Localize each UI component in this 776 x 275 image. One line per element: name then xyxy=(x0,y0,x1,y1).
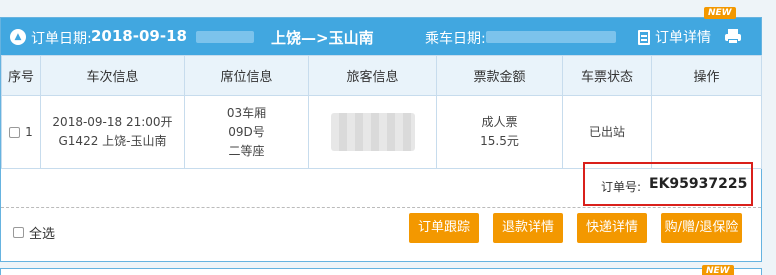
redacted-text xyxy=(196,31,254,43)
order-detail-label: 订单详情 xyxy=(655,30,711,46)
row-checkbox[interactable] xyxy=(9,126,21,138)
order-number-label: 订单号: xyxy=(601,180,642,194)
order-header: ▲ 订单日期: 2018-09-18 上饶—>玉山南 乘车日期: 订单详情 NE… xyxy=(1,7,761,55)
order-number-highlight: 订单号: EK95937225 xyxy=(583,162,753,206)
ticket-status: 已出站 xyxy=(588,124,625,139)
delivery-detail-button[interactable]: 快递详情 xyxy=(577,213,647,243)
ride-date-label: 乘车日期: xyxy=(425,31,486,47)
insurance-button[interactable]: 购/赠/退保险 xyxy=(661,213,742,243)
row-index-cell: 1 xyxy=(1,95,41,169)
document-icon xyxy=(638,29,650,45)
redacted-ride-date xyxy=(486,31,616,43)
select-all-checkbox[interactable]: 全选 xyxy=(13,223,55,242)
printer-icon[interactable] xyxy=(725,29,741,44)
ticket-table: 序号 车次信息 席位信息 旅客信息 票款金额 车票状态 操作 1 2018-09… xyxy=(1,55,762,169)
order-date: 2018-09-18 xyxy=(91,27,187,45)
status-cell: 已出站 xyxy=(562,95,652,169)
collapse-icon[interactable]: ▲ xyxy=(10,29,26,45)
seat-info-cell: 03车厢 09D号 二等座 xyxy=(184,95,309,169)
next-order-card: NEW xyxy=(0,265,762,275)
row-index: 1 xyxy=(25,124,33,139)
train-departure: 2018-09-18 21:00开 xyxy=(52,115,173,129)
redacted-passenger-info xyxy=(330,113,415,151)
seat-car: 03车厢 xyxy=(226,105,267,120)
col-header-status: 车票状态 xyxy=(562,55,652,96)
col-header-train: 车次信息 xyxy=(40,55,185,96)
seat-number: 09D号 xyxy=(228,124,265,139)
refund-detail-button[interactable]: 退款详情 xyxy=(493,213,563,243)
train-number-route: G1422 上饶-玉山南 xyxy=(58,134,167,148)
fare-type: 成人票 xyxy=(481,115,518,129)
route-title: 上饶—>玉山南 xyxy=(271,29,374,47)
col-header-passenger: 旅客信息 xyxy=(308,55,437,96)
col-header-seat: 席位信息 xyxy=(184,55,309,96)
order-date-label: 订单日期: xyxy=(31,31,92,47)
table-row: 1 2018-09-18 21:00开 G1422 上饶-玉山南 03车厢 09… xyxy=(1,95,762,169)
dashed-divider xyxy=(1,207,761,208)
train-info-cell: 2018-09-18 21:00开 G1422 上饶-玉山南 xyxy=(40,95,185,169)
order-tracking-button[interactable]: 订单跟踪 xyxy=(409,213,479,243)
order-card: ▲ 订单日期: 2018-09-18 上饶—>玉山南 乘车日期: 订单详情 NE… xyxy=(0,7,762,262)
fare-cell: 成人票 15.5元 xyxy=(436,95,563,169)
col-header-operation: 操作 xyxy=(651,55,762,96)
checkbox-icon[interactable] xyxy=(13,227,24,238)
fare-amount: 15.5元 xyxy=(480,134,519,148)
col-header-fare: 票款金额 xyxy=(436,55,563,96)
new-badge: NEW xyxy=(704,7,736,19)
table-header-row: 序号 车次信息 席位信息 旅客信息 票款金额 车票状态 操作 xyxy=(1,55,762,96)
select-all-label: 全选 xyxy=(29,227,56,242)
order-detail-link[interactable]: 订单详情 xyxy=(638,26,711,48)
col-header-index: 序号 xyxy=(1,55,41,96)
order-number: EK95937225 xyxy=(649,176,748,192)
new-badge: NEW xyxy=(702,265,734,275)
passenger-info-cell xyxy=(308,95,437,169)
seat-class: 二等座 xyxy=(228,143,265,158)
operation-cell xyxy=(651,95,762,169)
